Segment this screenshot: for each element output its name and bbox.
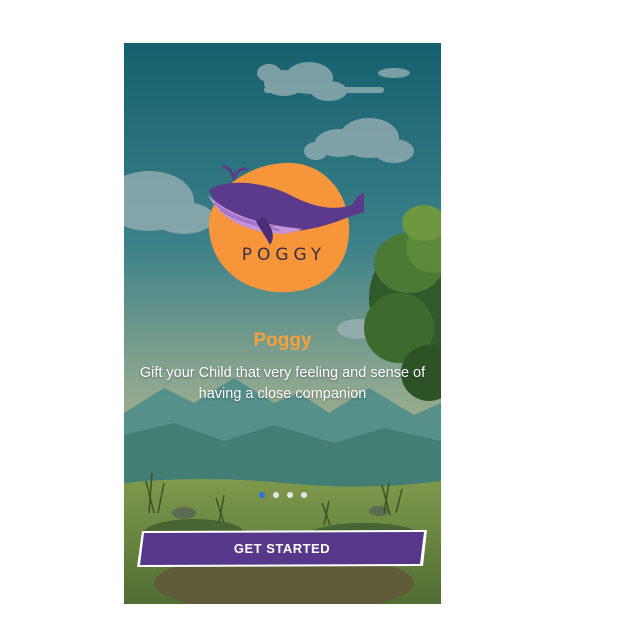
page-dot-2[interactable] [272, 492, 279, 498]
onboarding-screen: POGGY Poggy Gift your Child that very fe… [124, 43, 441, 604]
background-illustration [124, 43, 441, 604]
page-subtitle: Gift your Child that very feeling and se… [139, 365, 426, 402]
get-started-label: GET STARTED [233, 541, 331, 556]
page-dot-4[interactable] [300, 492, 307, 498]
page-dot-1[interactable] [258, 492, 265, 498]
page-indicator[interactable] [124, 492, 441, 498]
poggy-logo: POGGY [204, 155, 369, 305]
logo-wordmark: POGGY [241, 245, 327, 265]
get-started-button[interactable]: GET STARTED [137, 529, 427, 567]
page-title: Poggy [253, 330, 312, 351]
page-dot-3[interactable] [286, 492, 293, 498]
whale-icon [208, 162, 369, 293]
